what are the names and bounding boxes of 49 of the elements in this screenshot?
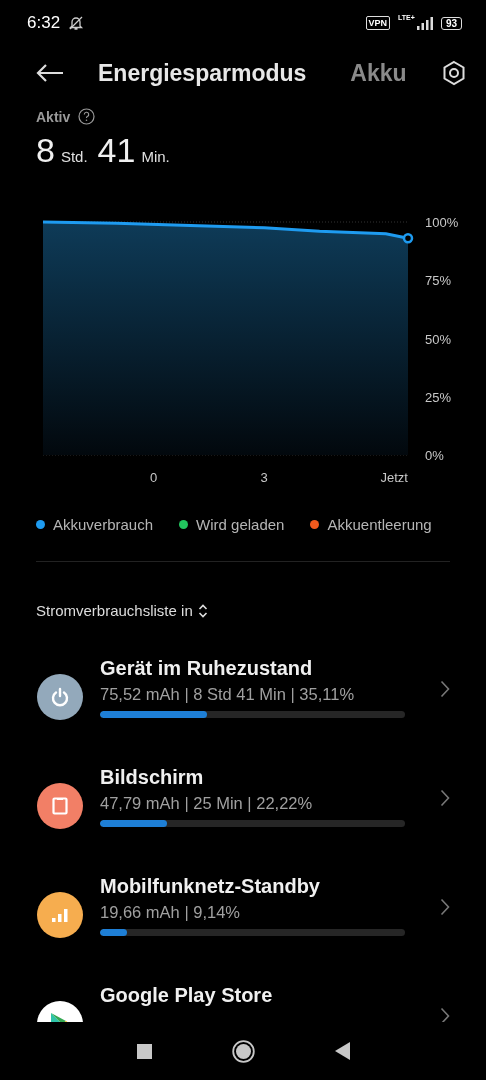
back-nav-button[interactable] [334, 1042, 350, 1060]
tab[interactable]: Energiesparmodus [98, 59, 307, 87]
screen-icon [52, 797, 68, 815]
signal-icon [416, 16, 433, 30]
power-icon [50, 687, 70, 707]
vpn-badge: VPN [365, 16, 391, 30]
active-label: Aktiv [36, 108, 71, 125]
settings-button[interactable] [442, 60, 466, 86]
home-button[interactable] [231, 1039, 255, 1063]
y-tick-label: 75% [425, 273, 452, 289]
usage-title: Gerät im Ruhezustand [100, 657, 314, 680]
legend-label: Akkuverbrauch [53, 516, 154, 533]
x-tick-label: 0 [150, 470, 158, 485]
minutes-value: 41 [97, 131, 136, 170]
chevron-right-icon[interactable] [440, 898, 450, 916]
usage-title: Mobilfunknetz-Standby [100, 875, 321, 898]
y-tick-label: 100% [425, 215, 459, 230]
help-icon[interactable] [78, 108, 96, 125]
recents-button[interactable] [136, 1043, 152, 1059]
bell-off-icon [68, 15, 85, 31]
chevron-right-icon[interactable] [440, 789, 450, 807]
legend-label: Wird geladen [196, 516, 285, 533]
tab[interactable]: Akku [350, 59, 407, 87]
x-tick-label: 3 [260, 470, 268, 485]
minutes-unit: Min. [141, 148, 170, 165]
usage-title: Bildschirm [100, 766, 205, 789]
signal-icon [52, 908, 68, 922]
hours-unit: Std. [60, 148, 88, 165]
usage-detail: 47,79 mAh | 25 Min | 22,22% [100, 794, 314, 813]
legend-label: Akkuentleerung [327, 516, 432, 533]
usage-title: Google Play Store [100, 984, 274, 1007]
sort-selector[interactable]: Stromverbrauchsliste in [36, 602, 208, 619]
back-button[interactable] [36, 63, 64, 83]
hours-value: 8 [36, 131, 55, 170]
clock: 6:32 [27, 13, 61, 33]
sort-arrows-icon [197, 603, 208, 618]
usage-row[interactable]: Gerät im Ruhezustand 75,52 mAh | 8 Std 41 Min | 35,11% [0, 657, 486, 766]
y-tick-label: 25% [425, 389, 452, 405]
usage-row[interactable]: Mobilfunknetz-Standby 19,66 mAh | 9,14% [0, 875, 486, 984]
current-point [402, 233, 414, 244]
y-tick-label: 0% [425, 448, 444, 463]
y-tick-label: 50% [425, 331, 452, 347]
usage-row[interactable]: Bildschirm 47,79 mAh | 25 Min | 22,22% [0, 766, 486, 875]
battery-level: 93 [440, 16, 462, 30]
chevron-right-icon[interactable] [440, 680, 450, 698]
usage-detail: 75,52 mAh | 8 Std 41 Min | 35,11% [100, 685, 356, 704]
usage-detail: 19,66 mAh | 9,14% [100, 903, 242, 922]
chevron-right-icon[interactable] [440, 1007, 450, 1022]
x-tick-label: Jetzt [380, 470, 408, 485]
